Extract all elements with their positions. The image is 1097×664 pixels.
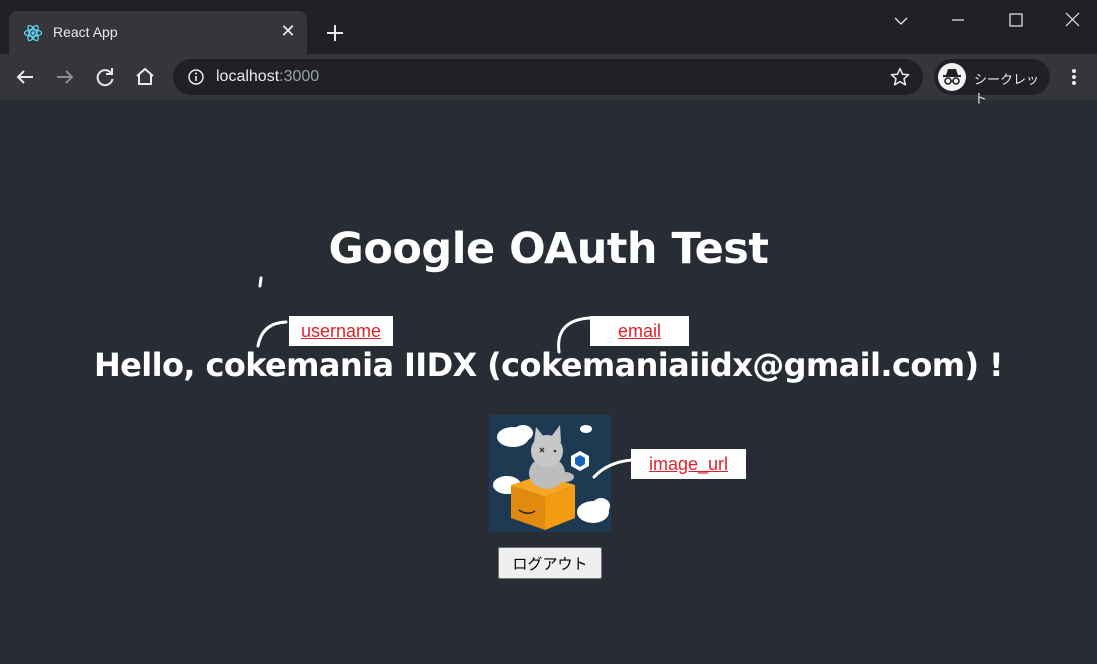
username-annotation: username [289, 316, 393, 346]
email-annotation-label: email [617, 321, 661, 341]
username-connector-curve [256, 320, 288, 348]
email-connector [557, 316, 592, 354]
email-annotation: email [590, 316, 689, 346]
image-url-connector [592, 458, 634, 479]
image-url-annotation: image_url [631, 449, 746, 479]
image-url-annotation-label: image_url [648, 454, 729, 474]
username-connector [258, 276, 263, 288]
annotation-connectors [256, 276, 634, 479]
username-annotation-label: username [300, 321, 382, 341]
